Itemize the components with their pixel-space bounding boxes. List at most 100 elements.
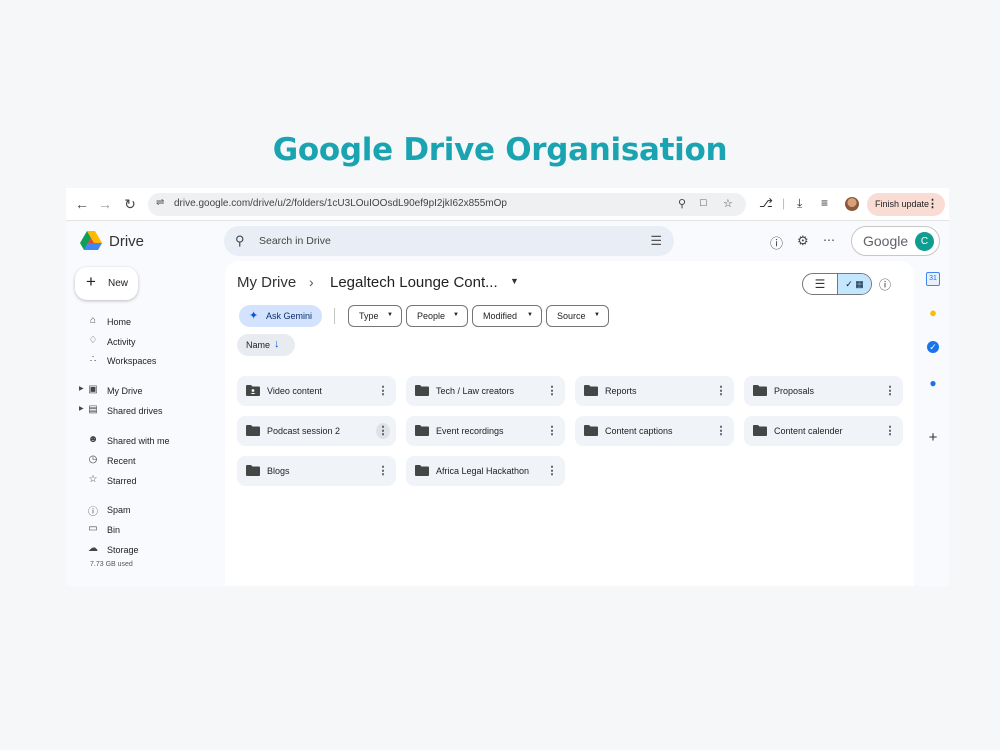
extensions-icon[interactable]: ⎇ [759, 196, 773, 210]
sidebar-item-label: Spam [107, 505, 131, 515]
filter-modified[interactable]: Modified ▼ [472, 305, 542, 327]
downloads-icon[interactable]: ⤓ [797, 196, 802, 211]
list-view-icon[interactable]: ☰ [803, 274, 837, 294]
more-options-icon[interactable]: ⋮ [376, 423, 390, 439]
expand-caret-icon[interactable]: ▶ [79, 385, 84, 392]
search-icon: ⚲ [235, 233, 245, 248]
keep-icon[interactable]: ● [926, 306, 940, 320]
folder-name: Proposals [774, 386, 815, 396]
sidebar-item-my-drive[interactable]: ▶ ▣ My Drive [79, 384, 220, 400]
folder-name: Blogs [267, 466, 290, 476]
folder-card[interactable]: Africa Legal Hackathon ⋮ [406, 456, 565, 486]
more-options-icon[interactable]: ⋮ [883, 383, 897, 399]
finish-update-button[interactable]: Finish update ⋮ [867, 193, 945, 216]
filter-source[interactable]: Source ▼ [546, 305, 609, 327]
help-icon[interactable]: ⓘ [770, 233, 783, 252]
install-app-icon[interactable]: □ [700, 197, 707, 209]
folder-icon [753, 385, 767, 396]
cloud-icon: ☁ [88, 543, 98, 554]
folder-card[interactable]: Event recordings ⋮ [406, 416, 565, 446]
chevron-right-icon: › [309, 274, 314, 290]
calendar-icon[interactable]: 31 [926, 272, 940, 286]
profile-icon[interactable] [845, 197, 859, 211]
filter-divider [334, 308, 335, 324]
folder-icon [415, 385, 429, 396]
folder-name: Content calender [774, 426, 843, 436]
search-options-icon[interactable]: ☰ [650, 233, 662, 249]
google-account-button[interactable]: Google C [851, 226, 940, 256]
filter-people[interactable]: People ▼ [406, 305, 468, 327]
more-options-icon[interactable]: ⋮ [376, 383, 390, 399]
sidebar-item-home[interactable]: ⌂ Home [80, 315, 220, 331]
more-options-icon[interactable]: ⋮ [545, 383, 559, 399]
folder-card[interactable]: Reports ⋮ [575, 376, 734, 406]
tasks-icon[interactable]: ✓ [927, 341, 939, 353]
breadcrumb-current-folder[interactable]: Legaltech Lounge Cont... [330, 274, 498, 291]
settings-icon[interactable]: ⚙ [797, 233, 809, 249]
expand-caret-icon[interactable]: ▶ [79, 405, 84, 412]
search-placeholder: Search in Drive [259, 235, 331, 247]
contacts-icon[interactable]: ● [926, 376, 940, 390]
info-icon[interactable]: ⓘ [879, 276, 891, 293]
folder-card[interactable]: Podcast session 2 ⋮ [237, 416, 396, 446]
zoom-icon[interactable]: ⚲ [678, 197, 686, 210]
star-icon: ☆ [88, 474, 98, 485]
sort-by-name-button[interactable]: Name ↓ [237, 334, 295, 356]
sidebar-item-workspaces[interactable]: ∴ Workspaces [80, 354, 220, 370]
forward-icon[interactable]: → [97, 196, 113, 212]
main-content: My Drive › Legaltech Lounge Cont... ▼ ☰ … [225, 261, 914, 586]
new-button[interactable]: + New [75, 267, 138, 300]
url-text[interactable]: drive.google.com/drive/u/2/folders/1cU3L… [174, 198, 507, 209]
more-options-icon[interactable]: ⋮ [883, 423, 897, 439]
more-options-icon[interactable]: ⋮ [376, 463, 390, 479]
sidebar-item-bin[interactable]: ▭ Bin [80, 523, 220, 539]
sidebar-item-label: Storage [107, 545, 139, 555]
more-options-icon[interactable]: ⋮ [714, 423, 728, 439]
sidebar-item-activity[interactable]: ♢ Activity [80, 335, 220, 351]
page-headline: Google Drive Organisation [272, 132, 728, 168]
drive-brand[interactable]: Drive [109, 233, 144, 250]
sidebar-item-label: My Drive [107, 386, 143, 396]
drive-logo-icon[interactable] [80, 231, 102, 251]
folder-name: Content captions [605, 426, 673, 436]
reload-icon[interactable]: ↻ [122, 196, 138, 212]
reading-list-icon[interactable]: ≡ [821, 196, 828, 210]
ask-gemini-label: Ask Gemini [266, 311, 313, 321]
breadcrumb-my-drive[interactable]: My Drive [237, 274, 296, 291]
folder-card[interactable]: Blogs ⋮ [237, 456, 396, 486]
folder-card[interactable]: Video content ⋮ [237, 376, 396, 406]
folder-card[interactable]: Content captions ⋮ [575, 416, 734, 446]
sort-label: Name [246, 340, 271, 350]
sidebar-item-spam[interactable]: ⓘ Spam [80, 503, 220, 519]
new-label: New [108, 278, 129, 289]
folder-card[interactable]: Content calender ⋮ [744, 416, 903, 446]
site-settings-icon[interactable]: ⇌ [156, 197, 164, 208]
grid-view-icon[interactable]: ✓ ▦ [837, 274, 871, 294]
chevron-down-icon: ▼ [527, 312, 533, 318]
chevron-down-icon[interactable]: ▼ [510, 276, 519, 286]
more-options-icon[interactable]: ⋮ [545, 423, 559, 439]
sidebar-item-storage[interactable]: ☁ Storage [80, 543, 220, 559]
filter-type[interactable]: Type ▼ [348, 305, 402, 327]
home-icon: ⌂ [89, 315, 97, 326]
back-icon[interactable]: ← [74, 196, 90, 212]
sidebar-item-starred[interactable]: ☆ Starred [80, 474, 220, 490]
sidebar-item-recent[interactable]: ◷ Recent [80, 454, 220, 470]
apps-grid-icon[interactable]: ⋯ [823, 233, 835, 247]
search-input[interactable]: ⚲ Search in Drive ☰ [224, 226, 674, 256]
sidebar-item-label: Starred [107, 476, 137, 486]
sidebar-item-label: Shared with me [107, 436, 170, 446]
my-drive-icon: ▣ [88, 384, 98, 395]
bookmark-star-icon[interactable]: ☆ [723, 197, 733, 210]
address-bar[interactable]: ⇌ drive.google.com/drive/u/2/folders/1cU… [148, 193, 746, 216]
more-options-icon[interactable]: ⋮ [714, 383, 728, 399]
more-options-icon[interactable]: ⋮ [545, 463, 559, 479]
avatar[interactable]: C [915, 232, 934, 251]
folder-card[interactable]: Tech / Law creators ⋮ [406, 376, 565, 406]
sidebar-item-shared-with-me[interactable]: ☻ Shared with me [80, 434, 220, 450]
ask-gemini-button[interactable]: ✦ Ask Gemini [239, 305, 322, 327]
add-addon-icon[interactable]: + [926, 430, 940, 445]
sidebar-item-shared-drives[interactable]: ▶ ▤ Shared drives [79, 404, 220, 420]
menu-icon[interactable]: ⋮ [927, 197, 938, 210]
folder-card[interactable]: Proposals ⋮ [744, 376, 903, 406]
